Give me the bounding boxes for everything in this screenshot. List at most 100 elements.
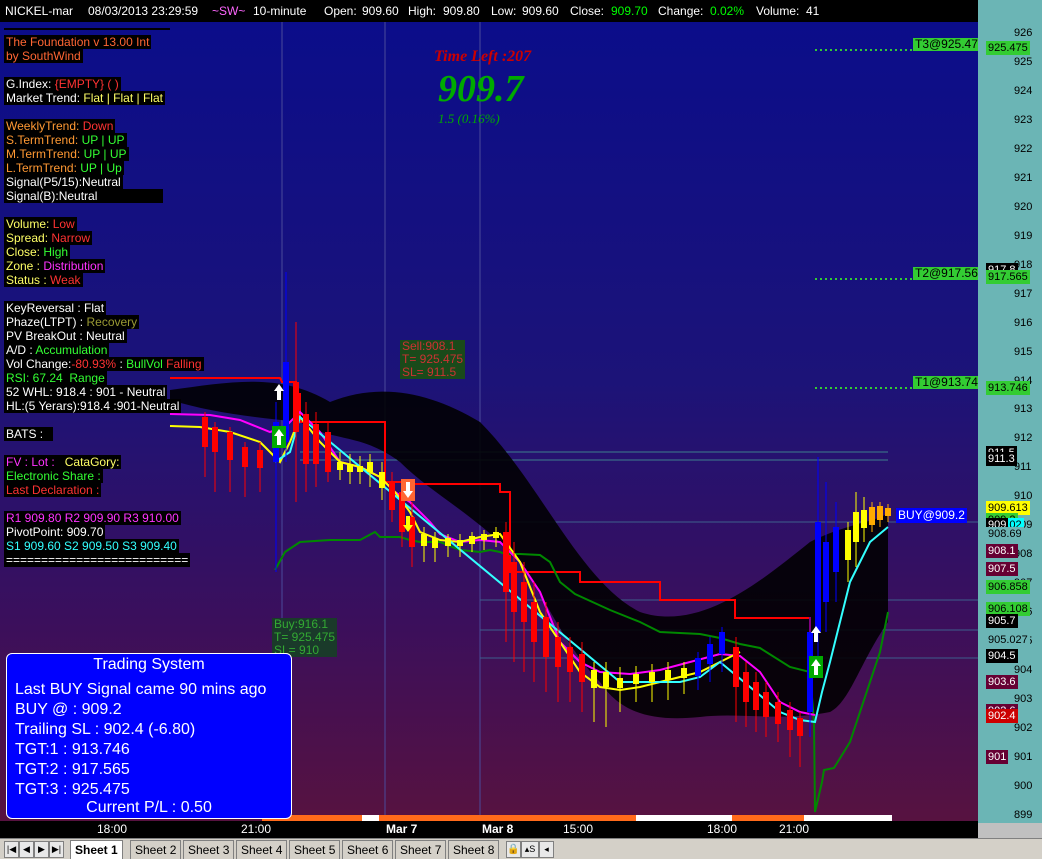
- close-value: 909.70: [611, 4, 648, 18]
- rsi-value: RSI: 67.24: [6, 371, 63, 385]
- author-label: ~SW~: [212, 4, 246, 18]
- prev-icon[interactable]: ◀: [19, 841, 34, 858]
- target-3-text: TGT:3 : 925.475: [15, 781, 130, 798]
- sell-info-box: Sell:908.1 T= 925.475 SL= 911.5: [400, 340, 466, 379]
- price-tick: 923: [1014, 113, 1033, 126]
- gindex-row: G.Index: {EMPTY} ( ): [4, 77, 121, 91]
- price-badge: 901: [986, 750, 1009, 764]
- electronic-share-row: Electronic Share :: [4, 469, 103, 483]
- sheet-tabs-bar: |◀ ◀ ▶ ▶| Sheet 1 Sheet 2 Sheet 3 Sheet …: [0, 838, 1042, 859]
- open-value: 909.60: [362, 4, 399, 18]
- t1-label: T1@913.74: [913, 375, 980, 389]
- spread-row: Spread: Narrow: [4, 231, 93, 245]
- buy-signal-arrow-2: [809, 656, 823, 678]
- price-tick: 902: [1014, 722, 1033, 735]
- buy-entry-text: BUY @ : 909.2: [15, 701, 122, 718]
- quote-header: NICKEL-mar 08/03/2013 23:29:59 ~SW~ 10-m…: [0, 0, 1042, 22]
- low-value: 909.60: [522, 4, 559, 18]
- lterm-value: UP | Up: [80, 161, 122, 175]
- next-icon[interactable]: ▶: [34, 841, 49, 858]
- tab-sheet-8[interactable]: Sheet 8: [448, 840, 500, 859]
- whl52-row: 52 WHL: 918.4 : 901 - Neutral: [4, 385, 168, 399]
- price-tick: 920: [1014, 200, 1033, 213]
- pv-breakout-row: PV BreakOut : Neutral: [4, 329, 127, 343]
- interval-label: 10-minute: [253, 4, 307, 18]
- price-badge: 913.746: [986, 380, 1030, 395]
- trading-system-title: Trading System: [93, 656, 205, 673]
- time-axis[interactable]: 18:00 21:00 Mar 7 Mar 8 15:00 18:00 21:0…: [0, 821, 978, 838]
- bullvol-value: BullVol: [126, 357, 163, 371]
- volume-value: 41: [806, 4, 820, 18]
- mterm-value: UP | UP: [83, 147, 127, 161]
- falling-value: Falling: [166, 357, 202, 371]
- price-badge: 917.565: [986, 270, 1030, 285]
- current-pl-text: Current P/L : 0.50: [86, 799, 212, 816]
- close-label: Close:: [570, 4, 605, 18]
- volume-label: Volume:: [6, 217, 50, 231]
- time-tick: 21:00: [241, 822, 272, 836]
- signal-b-row: Signal(B):Neutral: [4, 189, 164, 203]
- phaze-label: Phaze(LTPT) :: [6, 315, 84, 329]
- zone-label: Zone :: [6, 259, 41, 273]
- gindex-label: G.Index:: [6, 77, 52, 91]
- price-tick: 901: [1014, 751, 1033, 763]
- price-badge: 905.7: [986, 613, 1018, 628]
- small-arrow-icon[interactable]: ◂: [539, 841, 554, 858]
- hl5-row: HL:(5 Yerars):918.4 :901-Neutral: [4, 399, 182, 413]
- target-2-text: TGT:2 : 917.565: [15, 761, 130, 778]
- link-icon[interactable]: ▴S: [521, 841, 539, 858]
- tab-sheet-1[interactable]: Sheet 1: [70, 840, 123, 859]
- time-tick: Mar 8: [482, 822, 514, 836]
- trailing-sl-text: Trailing SL : 902.4 (-6.80): [15, 721, 196, 738]
- sterm-trend-row: S.TermTrend: UP | UP: [4, 133, 127, 147]
- last-icon[interactable]: ▶|: [49, 841, 64, 858]
- sell-stoploss: SL= 911.5: [402, 365, 457, 379]
- big-price-label: 909.7: [438, 68, 524, 110]
- ad-label: A/D :: [6, 343, 33, 357]
- spread-value: Narrow: [51, 231, 91, 245]
- tab-sheet-5[interactable]: Sheet 5: [289, 840, 341, 859]
- mterm-label: M.TermTrend:: [6, 147, 81, 161]
- weekly-trend-value: Down: [82, 119, 114, 133]
- fv-label: FV :: [6, 455, 29, 469]
- category-label: CataGory:: [64, 455, 120, 469]
- mterm-trend-row: M.TermTrend: UP | UP: [4, 147, 129, 161]
- price-tick: 925: [1014, 55, 1033, 68]
- tab-sheet-7[interactable]: Sheet 7: [395, 840, 447, 859]
- close-row: Close: High: [4, 245, 71, 259]
- price-badge: 911.3: [986, 451, 1017, 466]
- tab-sheet-4[interactable]: Sheet 4: [236, 840, 288, 859]
- support-row: S1 909.60 S2 909.50 S3 909.40: [4, 539, 179, 553]
- tab-sheet-2[interactable]: Sheet 2: [130, 840, 182, 859]
- price-tick: 900: [1014, 779, 1033, 792]
- low-label: Low:: [491, 4, 517, 18]
- price-badge: 904.5: [986, 648, 1018, 663]
- price-tick: 919: [1014, 229, 1033, 242]
- price-badge: 908.69: [986, 527, 1024, 542]
- target-1-text: TGT:1 : 913.746: [15, 741, 130, 758]
- buy-at-label: BUY@909.2: [896, 508, 967, 523]
- lock-icon[interactable]: 🔒: [506, 841, 521, 858]
- time-tick: Mar 7: [386, 822, 418, 836]
- price-tick: 913: [1014, 403, 1033, 416]
- ad-value: Accumulation: [35, 343, 108, 357]
- last-signal-text: Last BUY Signal came 90 mins ago: [15, 681, 267, 698]
- resistance-row: R1 909.80 R2 909.90 R3 910.00: [4, 511, 181, 525]
- signal-p-row: Signal(P5/15):Neutral: [4, 175, 123, 189]
- tab-sheet-6[interactable]: Sheet 6: [342, 840, 394, 859]
- status-row: Status : Weak: [4, 273, 83, 287]
- phaze-value: Recovery: [86, 315, 138, 329]
- zone-row: Zone : Distribution: [4, 259, 106, 273]
- tab-sheet-3[interactable]: Sheet 3: [183, 840, 235, 859]
- status-value: Weak: [50, 273, 81, 287]
- last-declaration-row: Last Declaration :: [4, 483, 102, 497]
- close-label: Close:: [6, 245, 41, 259]
- first-icon[interactable]: |◀: [4, 841, 19, 858]
- gindex-value: {EMPTY} ( ): [54, 77, 119, 91]
- time-tick: 21:00: [779, 822, 810, 836]
- price-tick: 917: [1014, 287, 1033, 300]
- price-axis[interactable]: 9269259249239229219209199189179169159149…: [978, 0, 1042, 823]
- volchange-value: -80.93%: [71, 357, 117, 371]
- price-tick: 912: [1014, 432, 1033, 445]
- status-label: Status :: [6, 273, 47, 287]
